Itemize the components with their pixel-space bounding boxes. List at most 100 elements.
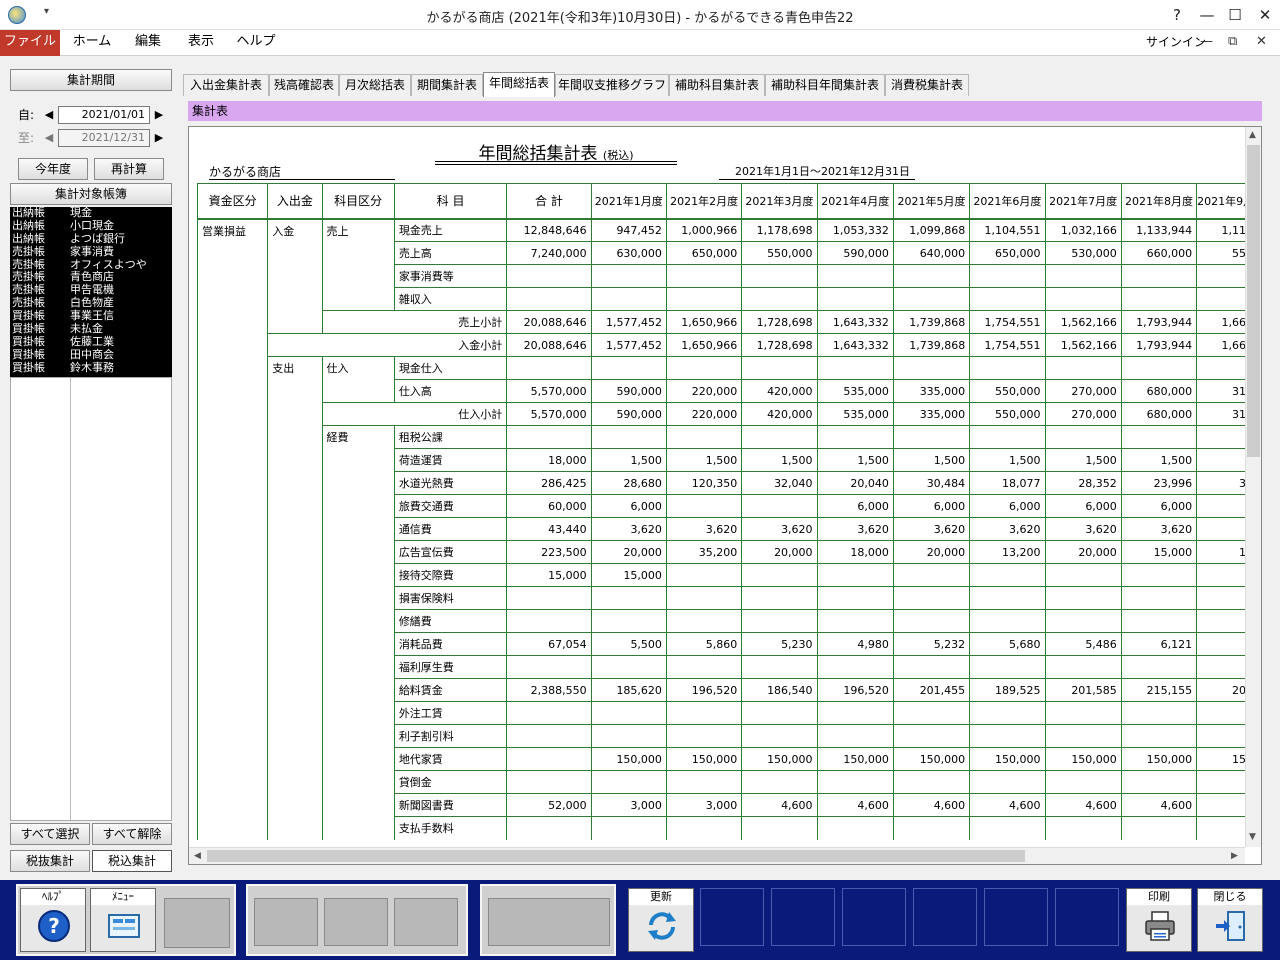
- tab-deposit-summary[interactable]: 入出金集計表: [183, 74, 269, 96]
- menu-help[interactable]: ヘルプ: [232, 30, 280, 56]
- total-cell: 52,000: [506, 793, 592, 817]
- tab-balance-check[interactable]: 残高確認表: [269, 74, 339, 96]
- month-value-cell: 196,520: [665, 678, 742, 702]
- month-value-cell: 5,232: [892, 632, 970, 656]
- month-value-cell: [665, 494, 742, 518]
- inout-cell: 支出: [267, 356, 323, 380]
- scroll-down-icon[interactable]: ▼: [1249, 832, 1256, 842]
- month-value-cell: [1196, 724, 1245, 748]
- month-value-cell: [590, 701, 667, 725]
- month-value-cell: 20,000: [590, 540, 667, 564]
- tab-annual-summary[interactable]: 年間総括表: [483, 72, 555, 97]
- ledger-item[interactable]: 買掛帳 未払金: [10, 322, 172, 336]
- this-year-button[interactable]: 今年度: [18, 158, 88, 180]
- clear-all-button[interactable]: すべて解除: [92, 823, 172, 845]
- tab-sub-account-annual[interactable]: 補助科目年間集計表: [765, 74, 885, 96]
- scroll-right-icon[interactable]: ▶: [1231, 851, 1238, 861]
- month-value-cell: 1,650,966: [665, 333, 742, 357]
- from-prev-icon[interactable]: ◀: [42, 106, 56, 124]
- signin-link[interactable]: サインイン: [1146, 33, 1206, 50]
- menu-edit[interactable]: 編集: [124, 30, 172, 56]
- ledger-item[interactable]: 出納帳 よつば銀行: [10, 232, 172, 246]
- account-name-cell: 接待交際費: [393, 563, 507, 587]
- help-question-icon[interactable]: ?: [1162, 3, 1192, 27]
- month-value-cell: 420,000: [741, 379, 818, 403]
- month-value-cell: [969, 425, 1045, 449]
- scroll-left-icon[interactable]: ◀: [194, 851, 201, 861]
- column-header: 2021年8月度: [1120, 183, 1197, 220]
- month-value-cell: 20,000: [741, 540, 818, 564]
- ledger-item[interactable]: 買掛帳 田中商会: [10, 347, 172, 362]
- to-next-icon[interactable]: ▶: [152, 129, 166, 147]
- inout-cell: [267, 816, 323, 840]
- month-value-cell: [892, 724, 970, 748]
- select-all-button[interactable]: すべて選択: [10, 823, 90, 845]
- refresh-button[interactable]: 更新: [628, 888, 694, 952]
- table-row: 福利厚生費: [196, 655, 1245, 679]
- ledger-item[interactable]: 買掛帳 佐藤工業: [10, 335, 172, 349]
- account-name-cell: 外注工賃: [393, 701, 507, 725]
- recalc-button[interactable]: 再計算: [94, 158, 164, 180]
- total-cell: 5,570,000: [506, 379, 592, 403]
- account-category-cell: [321, 655, 395, 679]
- tab-period-summary[interactable]: 期間集計表: [411, 74, 483, 96]
- fund-category-cell: [196, 678, 268, 702]
- month-value-cell: [969, 264, 1045, 288]
- close-button-label: 閉じる: [1198, 889, 1262, 905]
- month-value-cell: 1,577,452: [590, 333, 667, 357]
- table-row: 外注工賃: [196, 701, 1245, 725]
- menu-home[interactable]: ホーム: [66, 30, 118, 56]
- close-icon[interactable]: ✕: [1250, 3, 1280, 27]
- month-value-cell: 1,133,944: [1120, 218, 1197, 242]
- table-row: 損害保険料: [196, 586, 1245, 610]
- month-value-cell: 5: [1196, 632, 1245, 656]
- account-category-cell: [321, 724, 395, 748]
- column-header: 2021年2月度: [665, 183, 742, 220]
- horizontal-scrollbar[interactable]: ◀ ▶: [189, 847, 1245, 864]
- ledger-title-button[interactable]: 集計対象帳簿: [10, 183, 172, 205]
- tab-monthly-summary[interactable]: 月次総括表: [339, 74, 411, 96]
- month-value-cell: [590, 287, 667, 311]
- ledger-item[interactable]: 買掛帳 鈴木事務: [10, 361, 172, 375]
- menu-view[interactable]: 表示: [178, 30, 224, 56]
- to-date-field[interactable]: 2021/12/31: [58, 129, 150, 147]
- tab-sub-account[interactable]: 補助科目集計表: [669, 74, 765, 96]
- print-button[interactable]: 印刷: [1126, 888, 1192, 952]
- horizontal-scroll-thumb[interactable]: [207, 850, 1025, 862]
- ribbon-restore-icon[interactable]: ⧉: [1228, 34, 1237, 49]
- month-value-cell: [741, 287, 818, 311]
- ledger-item[interactable]: 売掛帳 家事消費: [10, 245, 172, 259]
- month-value-cell: 660,000: [1120, 241, 1197, 265]
- ledger-item[interactable]: 出納帳 現金: [10, 206, 172, 220]
- tab-consumption-tax[interactable]: 消費税集計表: [885, 74, 969, 96]
- month-value-cell: [969, 609, 1045, 633]
- menu-file[interactable]: ファイル: [0, 30, 60, 56]
- ribbon-minimize-icon[interactable]: —: [1200, 34, 1213, 49]
- tax-included-tab[interactable]: 税込集計: [92, 850, 172, 872]
- scroll-up-icon[interactable]: ▲: [1249, 130, 1256, 140]
- maximize-icon[interactable]: ☐: [1220, 3, 1250, 27]
- ledger-list[interactable]: 出納帳 現金 出納帳 小口現金 出納帳 よつば銀行 売掛帳 家事消費 売掛帳 オフィスよつや 売掛帳…: [10, 206, 172, 377]
- function-key-blank: [913, 888, 977, 946]
- ledger-account: 田中商会: [70, 347, 114, 361]
- subtotal-label: 仕入小計: [321, 402, 507, 426]
- from-next-icon[interactable]: ▶: [152, 106, 166, 124]
- month-value-cell: [1044, 586, 1122, 610]
- ledger-item[interactable]: 出納帳 小口現金: [10, 219, 172, 233]
- minimize-icon[interactable]: —: [1192, 3, 1222, 27]
- column-header: 2021年9月度: [1196, 183, 1245, 220]
- close-button[interactable]: 閉じる: [1197, 888, 1263, 952]
- from-date-field[interactable]: 2021/01/01: [58, 106, 150, 124]
- tax-excluded-tab[interactable]: 税抜集計: [10, 850, 90, 872]
- month-value-cell: [741, 563, 818, 587]
- ribbon-close-icon[interactable]: ✕: [1256, 34, 1267, 49]
- menu-button[interactable]: ﾒﾆｭｰ: [90, 888, 156, 952]
- month-value-cell: 215,155: [1120, 678, 1197, 702]
- vertical-scroll-thumb[interactable]: [1247, 145, 1260, 457]
- vertical-scrollbar[interactable]: ▲ ▼: [1245, 127, 1261, 847]
- inout-cell: [267, 241, 323, 265]
- period-title-button[interactable]: 集計期間: [10, 69, 172, 91]
- tab-annual-graph[interactable]: 年間収支推移グラフ: [555, 74, 669, 96]
- to-prev-icon[interactable]: ◀: [42, 129, 56, 147]
- help-button[interactable]: ﾍﾙﾌﾟ ?: [20, 888, 86, 952]
